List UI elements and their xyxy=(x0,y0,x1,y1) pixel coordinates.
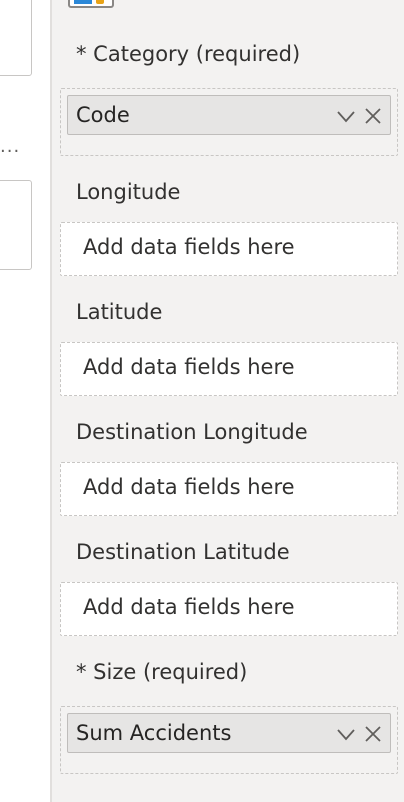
more-options-icon[interactable]: ... xyxy=(0,136,20,157)
latitude-placeholder: Add data fields here xyxy=(83,355,295,379)
longitude-dropzone[interactable]: Add data fields here xyxy=(60,222,398,276)
destination-longitude-placeholder: Add data fields here xyxy=(83,475,295,499)
longitude-well-label: Longitude xyxy=(76,180,181,204)
visual-type-icon-orange xyxy=(96,0,104,4)
size-well[interactable]: Sum Accidents xyxy=(60,706,398,774)
left-card-middle[interactable] xyxy=(0,180,32,270)
chevron-down-icon[interactable] xyxy=(336,724,356,744)
destination-longitude-well-label: Destination Longitude xyxy=(76,420,308,444)
visual-type-icon[interactable] xyxy=(68,0,114,8)
visualizations-pane: ... * Category (required) Code Longitude… xyxy=(0,0,404,802)
size-field-name: Sum Accidents xyxy=(76,721,232,745)
destination-longitude-dropzone[interactable]: Add data fields here xyxy=(60,462,398,516)
latitude-dropzone[interactable]: Add data fields here xyxy=(60,342,398,396)
close-icon[interactable] xyxy=(362,105,384,127)
destination-latitude-placeholder: Add data fields here xyxy=(83,595,295,619)
category-field-pill[interactable]: Code xyxy=(67,95,391,135)
chevron-down-icon[interactable] xyxy=(336,106,356,126)
category-well-label: * Category (required) xyxy=(76,42,301,66)
size-well-label: * Size (required) xyxy=(76,660,248,684)
visual-type-icon-blue xyxy=(74,0,92,4)
destination-latitude-dropzone[interactable]: Add data fields here xyxy=(60,582,398,636)
latitude-well-label: Latitude xyxy=(76,300,163,324)
longitude-placeholder: Add data fields here xyxy=(83,235,295,259)
left-panel: ... xyxy=(0,0,50,802)
size-field-pill[interactable]: Sum Accidents xyxy=(67,713,391,753)
category-field-name: Code xyxy=(76,103,130,127)
left-card-top[interactable] xyxy=(0,0,32,76)
field-wells: * Category (required) Code Longitude Add… xyxy=(52,0,404,802)
category-well[interactable]: Code xyxy=(60,88,398,156)
close-icon[interactable] xyxy=(362,723,384,745)
destination-latitude-well-label: Destination Latitude xyxy=(76,540,290,564)
